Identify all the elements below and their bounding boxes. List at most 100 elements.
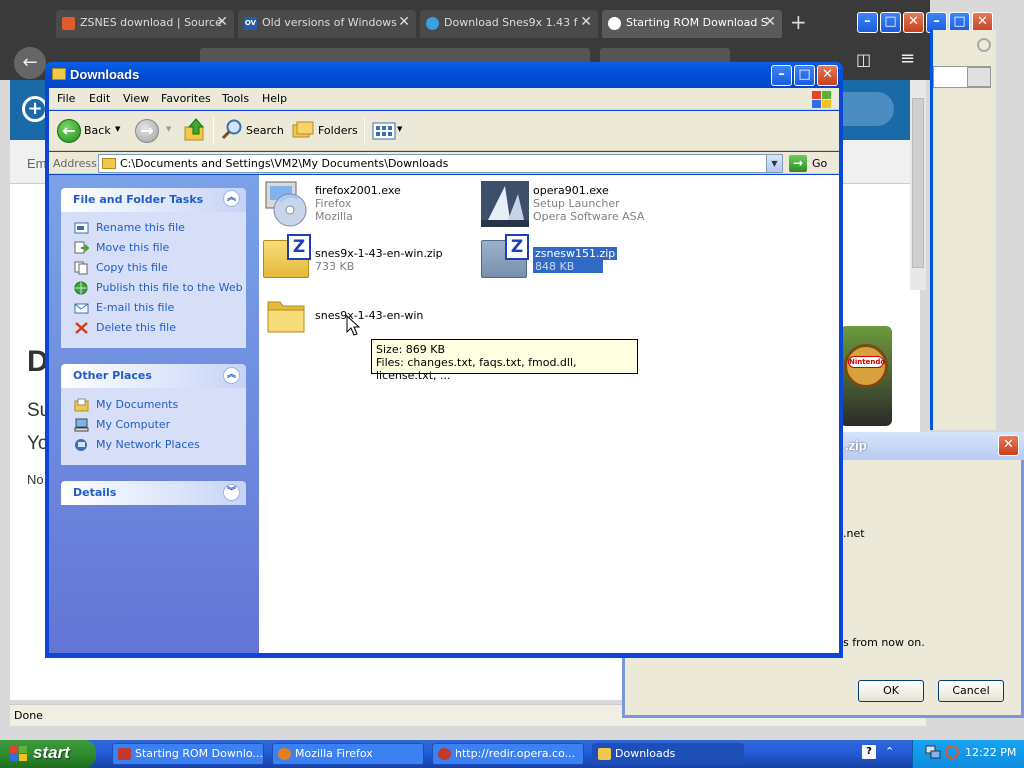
- zip-archive-icon[interactable]: Z: [263, 234, 311, 278]
- chevron-up-icon[interactable]: ︽: [223, 367, 240, 384]
- tab-label: Old versions of Windows: [262, 16, 397, 29]
- my-documents-icon: [74, 398, 89, 412]
- details-header[interactable]: Details: [61, 481, 246, 505]
- browser-tab-zsnes[interactable]: ZSNES download | Source ✕: [56, 10, 234, 38]
- address-path[interactable]: C:\Documents and Settings\VM2\My Documen…: [120, 157, 448, 170]
- taskbar-item-downloads[interactable]: Downloads: [592, 743, 744, 765]
- browser-scrollbar[interactable]: [910, 80, 926, 290]
- file-name[interactable]: opera901.exe: [533, 184, 609, 197]
- menu-view[interactable]: View: [123, 92, 149, 105]
- task-rename[interactable]: Rename this file: [96, 221, 185, 234]
- browser-tab-oldversion[interactable]: OV Old versions of Windows ✕: [238, 10, 416, 38]
- task-copy[interactable]: Copy this file: [96, 261, 168, 274]
- close-icon[interactable]: ✕: [216, 14, 228, 30]
- chevron-down-icon[interactable]: ︾: [223, 484, 240, 501]
- search-icon[interactable]: [945, 745, 959, 759]
- minimize-icon[interactable]: –: [771, 65, 792, 86]
- my-computer-icon: [74, 418, 89, 432]
- search-button[interactable]: Search: [246, 117, 284, 145]
- new-tab-icon[interactable]: +: [790, 10, 807, 34]
- menu-favorites[interactable]: Favorites: [161, 92, 211, 105]
- setup-launcher-icon[interactable]: [480, 180, 530, 228]
- browser-tab-snes9x[interactable]: Download Snes9x 1.43 f ✕: [420, 10, 598, 38]
- task-publish[interactable]: Publish this file to the Web: [96, 281, 243, 294]
- place-my-computer[interactable]: My Computer: [96, 418, 170, 431]
- help-icon[interactable]: ?: [862, 745, 876, 759]
- scrollbar-thumb[interactable]: [912, 98, 924, 268]
- move-icon: [74, 241, 89, 254]
- chevron-up-icon[interactable]: ︽: [223, 190, 240, 207]
- other-places-header[interactable]: Other Places: [61, 364, 246, 388]
- task-email[interactable]: E-mail this file: [96, 301, 174, 314]
- menu-icon[interactable]: ≡: [900, 48, 915, 69]
- menu-tools[interactable]: Tools: [222, 92, 249, 105]
- start-button[interactable]: start: [0, 740, 96, 768]
- ok-button[interactable]: OK: [858, 680, 924, 702]
- close-icon[interactable]: ✕: [764, 14, 776, 30]
- search-button[interactable]: [967, 67, 991, 87]
- chevron-down-icon[interactable]: ▼: [397, 125, 402, 133]
- installer-cd-icon[interactable]: [262, 180, 310, 228]
- file-name-selected[interactable]: zsnesw151.zip: [533, 247, 618, 260]
- close-icon[interactable]: ✕: [903, 12, 924, 33]
- minimize-icon[interactable]: –: [857, 12, 878, 33]
- task-move[interactable]: Move this file: [96, 241, 169, 254]
- chevron-down-icon[interactable]: ▼: [166, 125, 171, 133]
- taskbar-item-rom[interactable]: Starting ROM Downlo...: [112, 743, 264, 765]
- explorer-title-bar[interactable]: [45, 62, 843, 88]
- go-button[interactable]: Go: [812, 157, 827, 170]
- menu-help[interactable]: Help: [262, 92, 287, 105]
- windows-flag-icon: [10, 746, 28, 762]
- back-arrow-icon[interactable]: ←: [14, 47, 46, 79]
- rom-site-icon: [608, 17, 621, 30]
- close-icon[interactable]: ✕: [580, 14, 592, 30]
- mouse-cursor-icon: [346, 315, 360, 336]
- forward-arrow-icon[interactable]: →: [135, 119, 159, 143]
- file-name[interactable]: firefox2001.exe: [315, 184, 401, 197]
- chevron-down-icon[interactable]: ▼: [115, 125, 120, 133]
- chevron-up-icon[interactable]: ⌃: [885, 745, 894, 758]
- cancel-button[interactable]: Cancel: [938, 680, 1004, 702]
- file-company: Mozilla: [315, 210, 353, 223]
- close-icon[interactable]: ✕: [998, 435, 1019, 456]
- sidebar-toggle-icon[interactable]: ◫: [856, 50, 871, 69]
- chevron-down-icon[interactable]: ▼: [766, 155, 782, 172]
- folders-icon[interactable]: [292, 121, 314, 139]
- file-name[interactable]: snes9x-1-43-en-win.zip: [315, 247, 443, 260]
- taskbar-item-label: http://redir.opera.co...: [455, 747, 576, 760]
- file-name[interactable]: snes9x-1-43-en-win: [315, 309, 423, 322]
- place-network[interactable]: My Network Places: [96, 438, 200, 451]
- game-box-art[interactable]: Nintendo: [840, 326, 892, 426]
- zip-archive-icon[interactable]: Z: [481, 234, 529, 278]
- folder-icon[interactable]: [266, 296, 306, 334]
- tooltip-size: Size: 869 KB: [376, 343, 446, 356]
- maximize-icon[interactable]: □: [794, 65, 815, 86]
- views-icon[interactable]: [372, 122, 396, 140]
- browser-tab-rom[interactable]: Starting ROM Download S ✕: [602, 10, 782, 38]
- file-folder-tasks-header[interactable]: File and Folder Tasks: [61, 188, 246, 212]
- search-icon[interactable]: [221, 118, 243, 140]
- folder-up-icon[interactable]: [184, 118, 206, 142]
- toolbar-separator: [364, 117, 365, 145]
- panel-title: File and Folder Tasks: [73, 193, 204, 206]
- menu-file[interactable]: File: [57, 92, 75, 105]
- tooltip-files: Files: changes.txt, faqs.txt, fmod.dll, …: [376, 356, 577, 382]
- folder-icon: [102, 158, 116, 169]
- folders-button[interactable]: Folders: [318, 117, 358, 145]
- task-delete[interactable]: Delete this file: [96, 321, 176, 334]
- tab-label: ZSNES download | Source: [80, 16, 222, 29]
- taskbar-item-firefox[interactable]: Mozilla Firefox: [272, 743, 424, 765]
- go-arrow-icon[interactable]: →: [789, 155, 807, 172]
- back-button[interactable]: Back: [84, 117, 111, 145]
- gear-icon[interactable]: [977, 38, 991, 52]
- menu-edit[interactable]: Edit: [89, 92, 110, 105]
- taskbar-item-opera[interactable]: http://redir.opera.co...: [432, 743, 584, 765]
- window-title: Downloads: [70, 67, 140, 82]
- back-arrow-icon[interactable]: ←: [57, 119, 81, 143]
- close-icon[interactable]: ✕: [398, 14, 410, 30]
- place-my-documents[interactable]: My Documents: [96, 398, 178, 411]
- panel-title: Details: [73, 486, 117, 499]
- close-icon[interactable]: ✕: [817, 65, 838, 86]
- network-icon[interactable]: [925, 745, 941, 759]
- maximize-icon[interactable]: □: [880, 12, 901, 33]
